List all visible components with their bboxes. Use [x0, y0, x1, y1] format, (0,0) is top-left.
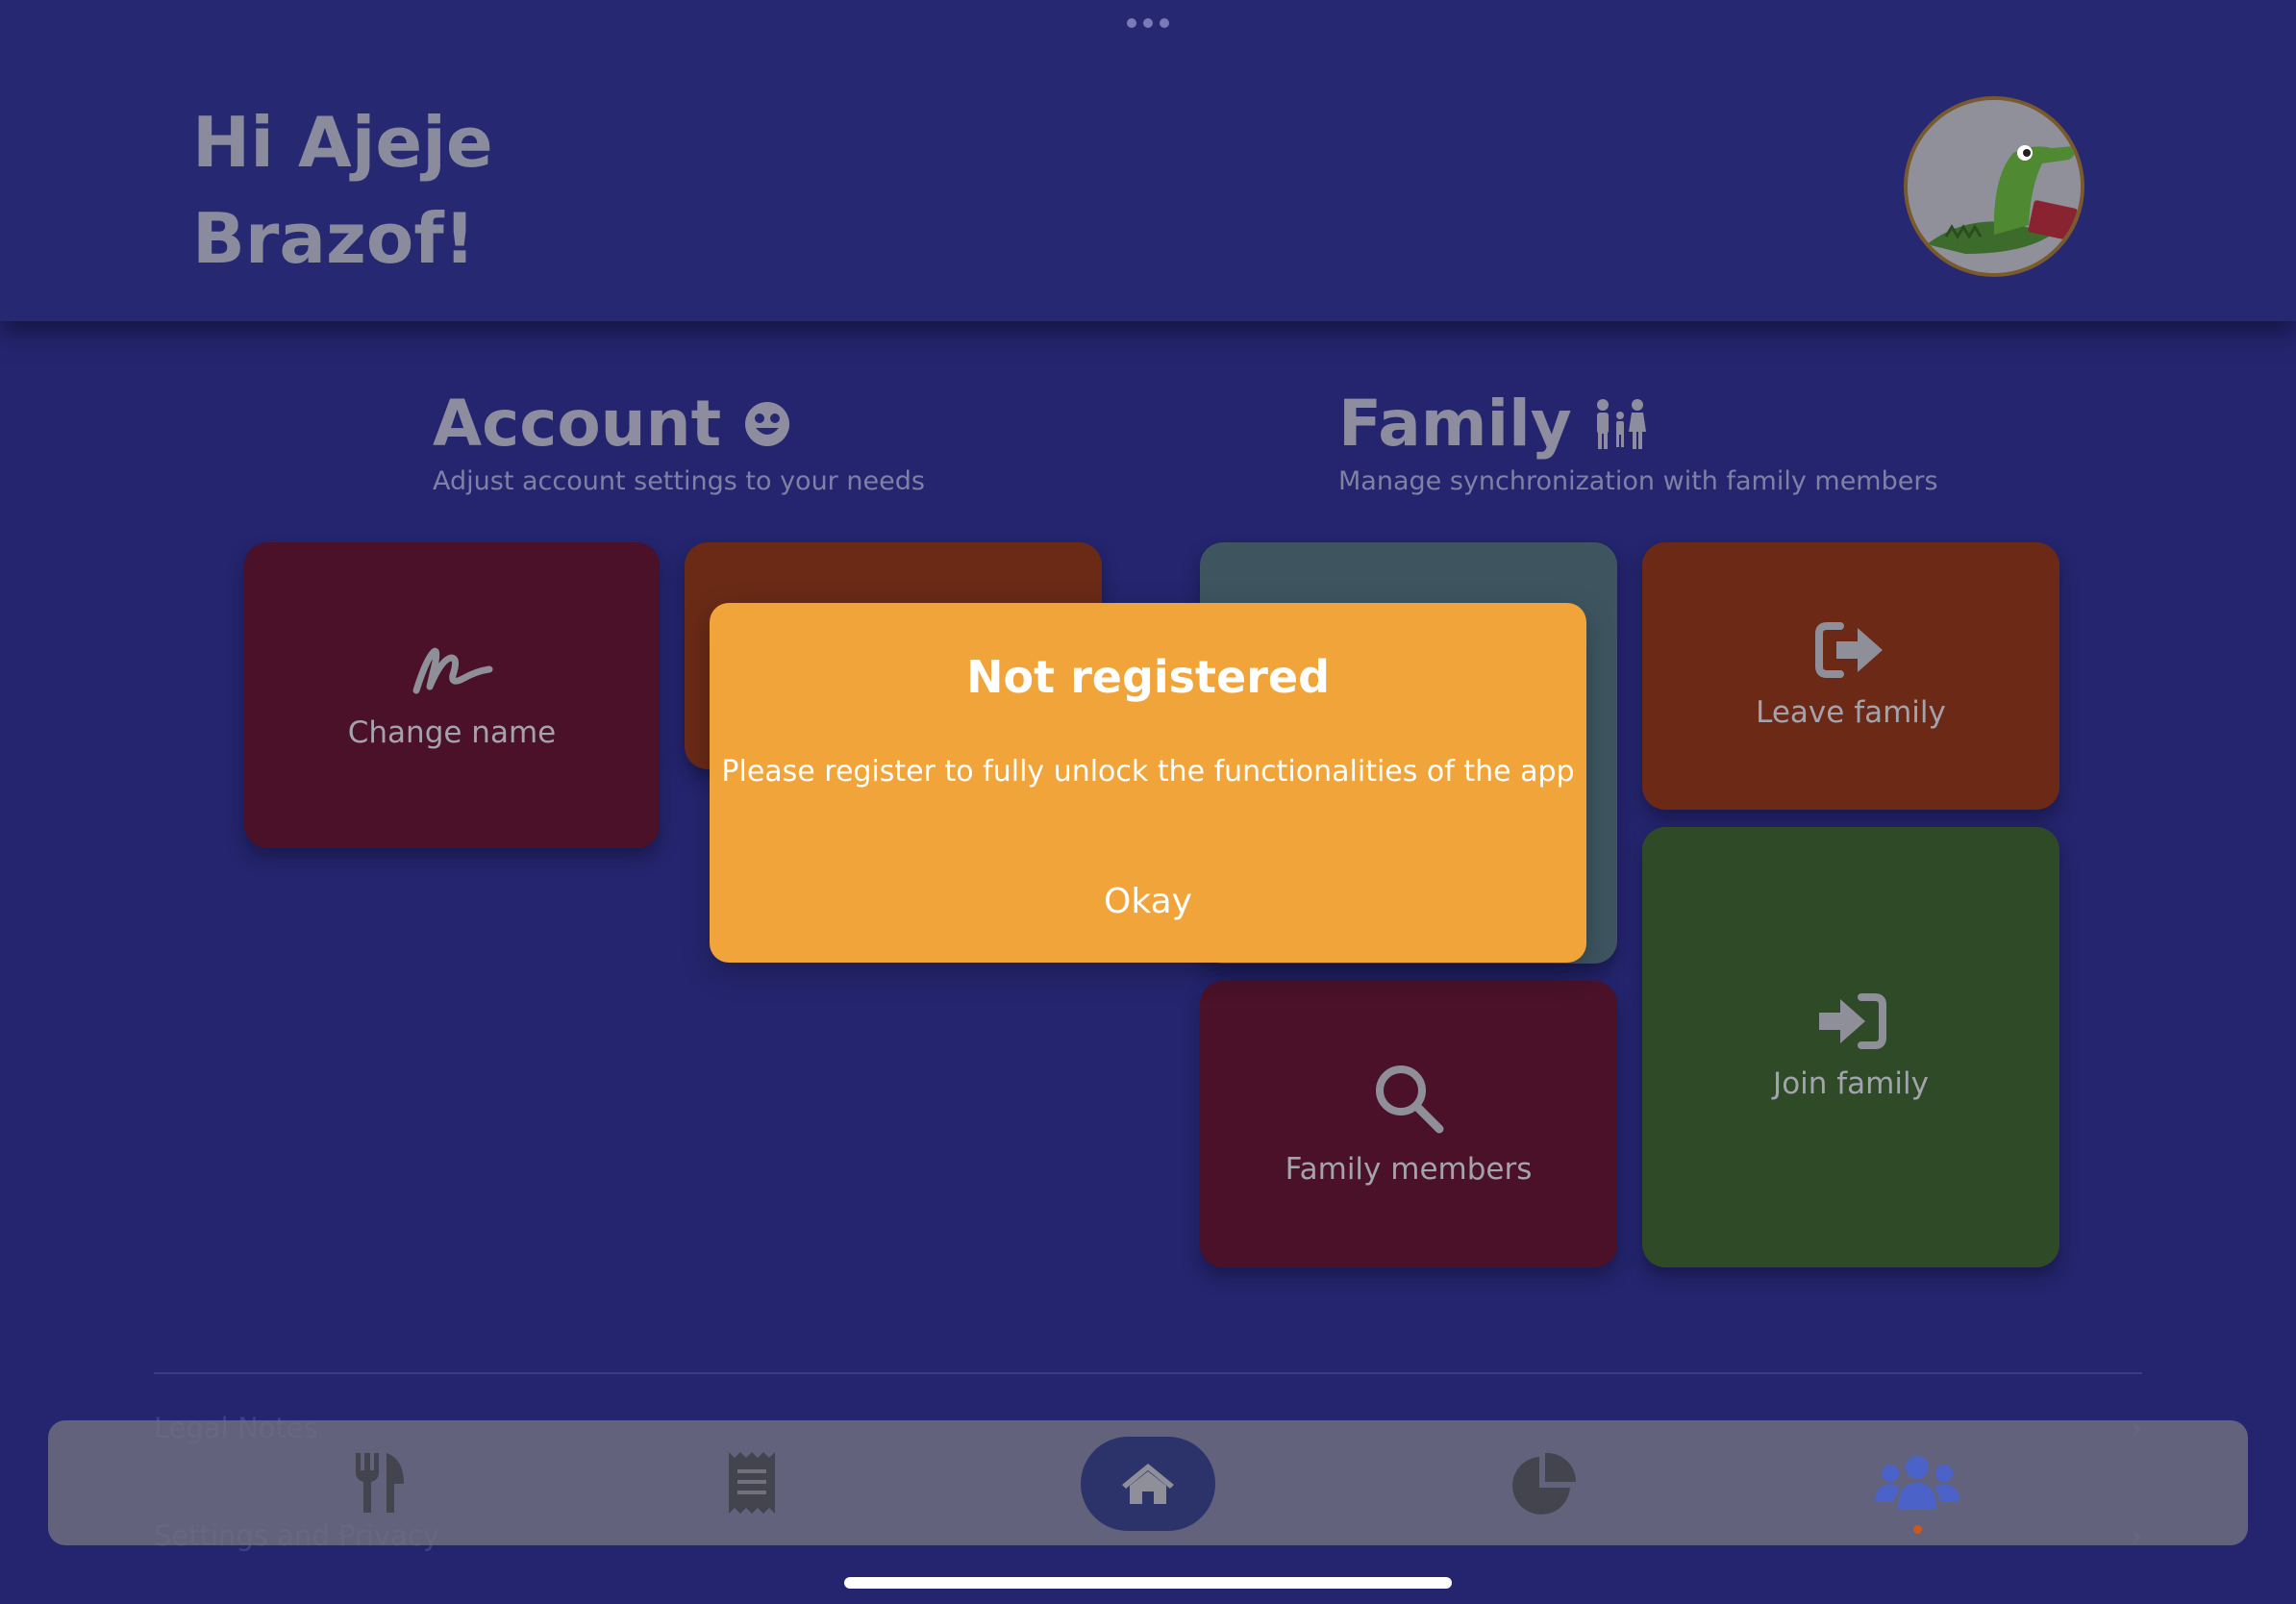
greeting-line-1: Hi Ajeje	[192, 102, 493, 183]
account-title: Account	[433, 387, 925, 461]
not-registered-dialog: Not registered Please register to fully …	[710, 603, 1586, 963]
join-family-label: Join family	[1773, 1066, 1929, 1101]
tab-receipts[interactable]	[704, 1420, 800, 1545]
tab-home[interactable]	[1081, 1437, 1215, 1531]
dialog-title: Not registered	[965, 651, 1331, 703]
list-divider	[154, 1372, 2142, 1374]
receipt-icon	[729, 1452, 775, 1514]
account-subtitle: Adjust account settings to your needs	[433, 466, 925, 496]
join-family-tile[interactable]: Join family	[1642, 827, 2059, 1267]
change-name-label: Change name	[347, 715, 557, 750]
smiley-icon	[745, 401, 790, 446]
multitasking-dots[interactable]	[1127, 17, 1169, 29]
sign-in-icon	[1819, 993, 1886, 1049]
cutlery-icon	[356, 1453, 404, 1513]
crocodile-avatar-icon	[1908, 100, 2081, 273]
family-subtitle: Manage synchronization with family membe…	[1338, 466, 1938, 496]
leave-family-label: Leave family	[1756, 695, 1946, 730]
signature-icon	[412, 647, 493, 694]
family-members-label: Family members	[1285, 1152, 1533, 1187]
home-indicator[interactable]	[844, 1577, 1452, 1589]
greeting-title: Hi Ajeje Brazof!	[192, 94, 865, 287]
users-icon	[1875, 1456, 1959, 1510]
family-icon	[1596, 398, 1646, 449]
active-tab-indicator	[1913, 1525, 1922, 1534]
okay-button[interactable]: Okay	[710, 882, 1586, 940]
family-members-tile[interactable]: Family members	[1200, 981, 1617, 1267]
tab-statistics[interactable]	[1496, 1420, 1592, 1545]
family-section-header: Family Manage synchronization with famil…	[1338, 387, 1938, 496]
tab-meals[interactable]	[331, 1420, 427, 1545]
search-icon	[1376, 1065, 1444, 1134]
pie-chart-icon	[1512, 1452, 1577, 1515]
leave-family-tile[interactable]: Leave family	[1642, 542, 2059, 810]
change-name-tile[interactable]: Change name	[244, 542, 660, 848]
account-section-header: Account Adjust account settings to your …	[433, 387, 925, 496]
greeting-line-2: Brazof!	[192, 198, 476, 279]
home-icon	[1122, 1464, 1174, 1504]
avatar[interactable]	[1904, 96, 2084, 277]
dialog-message: Please register to fully unlock the func…	[721, 755, 1575, 789]
sign-out-icon	[1815, 622, 1883, 678]
family-title: Family	[1338, 387, 1938, 461]
